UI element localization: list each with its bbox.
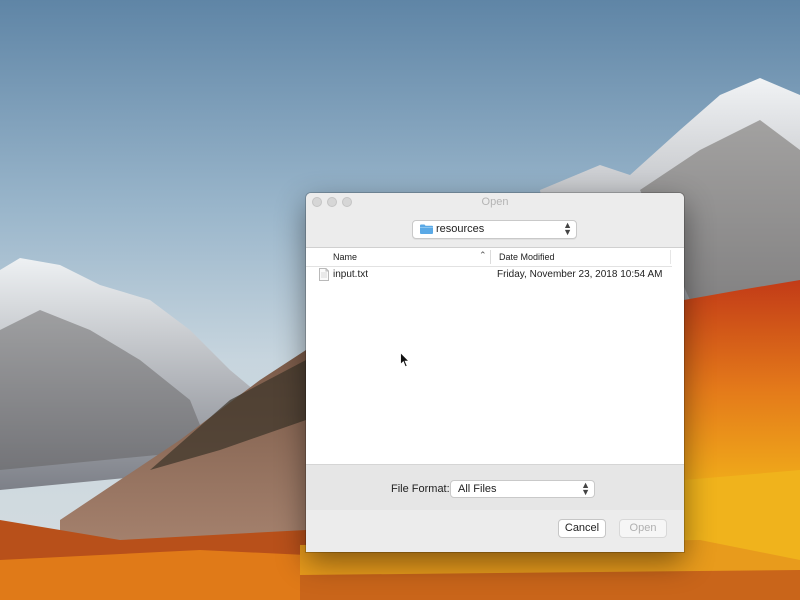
- open-button[interactable]: Open: [619, 519, 667, 538]
- dialog-titlebar[interactable]: Open: [306, 193, 684, 211]
- mouse-pointer-icon: [400, 352, 410, 368]
- folder-icon: [420, 224, 433, 234]
- file-date-modified: Friday, November 23, 2018 10:54 AM: [497, 269, 663, 280]
- minimize-window-button[interactable]: [327, 197, 337, 207]
- location-popup[interactable]: resources ▲ ▼: [412, 220, 577, 239]
- close-window-button[interactable]: [312, 197, 322, 207]
- chevron-updown-icon: ▲ ▼: [563, 220, 572, 237]
- column-header: Name ⌃ Date Modified: [306, 248, 672, 267]
- file-browser[interactable]: Name ⌃ Date Modified input.txt Friday, N…: [306, 247, 684, 464]
- dialog-title: Open: [481, 196, 509, 208]
- text-file-icon: [319, 268, 329, 281]
- file-format-label: File Format:: [391, 483, 450, 495]
- file-row[interactable]: input.txt Friday, November 23, 2018 10:5…: [306, 266, 672, 284]
- file-name: input.txt: [333, 269, 369, 280]
- column-divider: [670, 250, 671, 264]
- accessory-panel: File Format: All Files ▲ ▼: [306, 464, 684, 510]
- column-divider[interactable]: [490, 250, 491, 264]
- zoom-window-button[interactable]: [342, 197, 352, 207]
- sort-ascending-icon[interactable]: ⌃: [479, 250, 487, 261]
- column-name-header[interactable]: Name: [333, 252, 357, 262]
- column-date-modified-header[interactable]: Date Modified: [499, 252, 555, 262]
- open-dialog: Open resources ▲ ▼ Name ⌃ Date Modified i…: [306, 193, 684, 552]
- file-format-select[interactable]: All Files ▲ ▼: [450, 480, 595, 498]
- location-label: resources: [436, 223, 485, 235]
- chevron-updown-icon: ▲ ▼: [581, 480, 590, 497]
- cancel-button[interactable]: Cancel: [558, 519, 606, 538]
- file-format-value: All Files: [458, 483, 497, 495]
